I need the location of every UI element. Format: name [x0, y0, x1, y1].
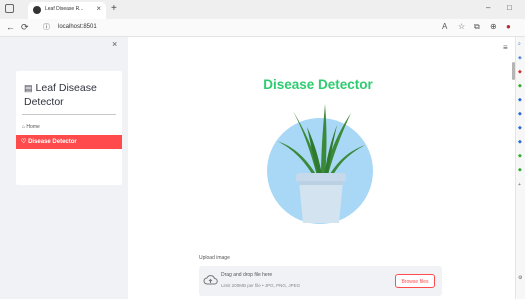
- sidebar-item-label: Disease Detector: [28, 139, 77, 145]
- outlook-icon[interactable]: ◆: [518, 111, 522, 118]
- cloud-upload-icon: [203, 275, 218, 285]
- restore-icon[interactable]: □: [507, 3, 512, 13]
- panel-settings-icon[interactable]: ⚙: [518, 275, 522, 282]
- extension-icon[interactable]: ◆: [518, 153, 522, 160]
- search-icon[interactable]: ⌕: [518, 41, 521, 48]
- sidebar: × ▤ Leaf Disease Detector ⌂ Home ♡ Diseas…: [0, 37, 128, 299]
- dropzone-limits: Limit 200MB per file • JPG, PNG, JPEG: [221, 283, 301, 288]
- sidebar-item-disease-detector[interactable]: ♡ Disease Detector: [16, 135, 122, 149]
- sidebar-item-home[interactable]: ⌂ Home: [22, 123, 40, 131]
- upload-label: Upload image: [199, 255, 230, 261]
- tab-close-icon[interactable]: ×: [96, 4, 101, 14]
- shopping-icon[interactable]: ◈: [518, 55, 522, 62]
- dropzone-instructions: Drag and drop file here: [221, 272, 273, 278]
- tab-title: Leaf Disease R...: [45, 6, 84, 12]
- sidebar-item-label: Home: [26, 124, 40, 130]
- plant-illustration: [263, 99, 383, 229]
- collections-icon[interactable]: ⧉: [474, 22, 480, 32]
- address-bar: ← ⟳ ⓘ localhost:8501 A ☆ ⧉ ⊕ ●: [0, 19, 525, 37]
- sidebar-close-icon[interactable]: ×: [112, 39, 117, 49]
- leaf-app-icon: ▤: [24, 83, 33, 93]
- office-icon[interactable]: ◆: [518, 97, 522, 104]
- tab-actions-icon[interactable]: [5, 4, 14, 13]
- telegram-icon[interactable]: ◆: [518, 139, 522, 146]
- new-tab-button[interactable]: +: [111, 3, 117, 15]
- tree-icon[interactable]: ◆: [518, 167, 522, 174]
- browser-tab[interactable]: Leaf Disease R... ×: [28, 2, 106, 19]
- extensions-icon[interactable]: ⊕: [490, 22, 497, 32]
- brand-title: ▤ Leaf Disease Detector: [24, 82, 97, 108]
- favorite-icon[interactable]: ☆: [458, 22, 465, 32]
- browser-tab-bar: Leaf Disease R... × + – □: [0, 0, 525, 20]
- drop-icon[interactable]: ◆: [518, 125, 522, 132]
- shield-icon: ♡: [21, 139, 27, 145]
- minimize-icon[interactable]: –: [486, 3, 490, 13]
- profile-icon[interactable]: ●: [506, 22, 511, 32]
- browser-side-panel: ⌕ ◈ ◆ ◆ ◆ ◆ ◆ ◆ ◆ ◆ + ⚙: [515, 37, 525, 299]
- site-info-icon[interactable]: ⓘ: [43, 23, 50, 33]
- page-title: Disease Detector: [263, 77, 373, 92]
- browse-files-button[interactable]: Browse files: [395, 274, 435, 288]
- tools-icon[interactable]: ◆: [518, 69, 522, 76]
- games-icon[interactable]: ◆: [518, 83, 522, 90]
- divider: [22, 114, 116, 115]
- favicon-icon: [33, 6, 41, 14]
- nav-menu: ▤ Leaf Disease Detector ⌂ Home ♡ Disease …: [16, 71, 122, 185]
- file-dropzone[interactable]: Drag and drop file here Limit 200MB per …: [199, 266, 442, 296]
- refresh-icon[interactable]: ⟳: [21, 22, 29, 32]
- add-panel-icon[interactable]: +: [518, 182, 521, 189]
- back-icon[interactable]: ←: [6, 22, 15, 32]
- main-menu-icon[interactable]: ≡: [503, 43, 508, 53]
- url-field[interactable]: localhost:8501: [58, 23, 97, 32]
- home-icon: ⌂: [22, 124, 26, 130]
- reader-mode-icon[interactable]: A: [442, 22, 447, 32]
